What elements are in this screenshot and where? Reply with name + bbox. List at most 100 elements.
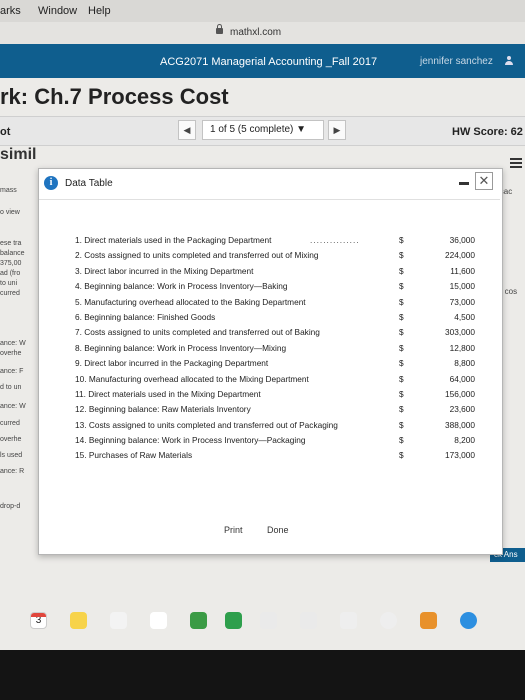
menu-item-help[interactable]: Help	[88, 5, 111, 17]
print-button[interactable]: Print	[224, 521, 243, 539]
row-dollar: $	[399, 250, 404, 261]
photos-icon[interactable]	[150, 612, 167, 629]
background-text: ls used	[0, 452, 23, 459]
row-label: 15. Purchases of Raw Materials	[75, 450, 193, 461]
background-text: drop-d	[0, 503, 21, 510]
background-text: ese tra	[0, 240, 22, 247]
row-label: 4. Beginning balance: Work in Process In…	[75, 281, 288, 292]
itunes-icon[interactable]	[380, 612, 397, 629]
user-name[interactable]: jennifer sanchez	[420, 56, 493, 67]
row-amount: 64,000	[449, 373, 475, 384]
background-text: overhe	[0, 350, 22, 357]
table-row: 14. Beginning balance: Work in Process I…	[75, 435, 495, 450]
table-row: 1. Direct materials used in the Packagin…	[75, 235, 475, 245]
app-store-icon[interactable]	[460, 612, 477, 629]
previous-question-button[interactable]: ◀	[178, 120, 196, 140]
menu-bar: arks Window Help	[0, 0, 525, 23]
lock-icon	[216, 24, 223, 34]
course-banner: ACG2071 Managerial Accounting _Fall 2017…	[0, 44, 525, 78]
table-row: 15. Purchases of Raw Materials $173,000	[75, 450, 495, 465]
row-dollar: $	[399, 281, 404, 292]
background-text: curred	[0, 290, 20, 297]
row-dollar: $	[399, 404, 404, 415]
url-text: mathxl.com	[230, 27, 282, 38]
row-amount: 8,200	[454, 435, 475, 446]
row-label: 9. Direct labor incurred in the Packagin…	[75, 358, 269, 369]
background-text: 375,00	[0, 260, 22, 267]
table-row: 11. Direct materials used in the Mixing …	[75, 389, 495, 404]
ibooks-icon[interactable]	[420, 612, 437, 629]
minimize-icon[interactable]	[459, 182, 469, 185]
question-label: ot	[0, 126, 11, 138]
data-table: 1. Direct materials used in the Packagin…	[75, 235, 495, 466]
menu-item-window[interactable]: Window	[38, 5, 77, 17]
row-dollar: $	[399, 327, 404, 338]
keynote-icon[interactable]	[340, 612, 357, 629]
dialog-header: i Data Table ✕	[39, 169, 500, 200]
menu-icon[interactable]	[510, 158, 522, 168]
row-dollar: $	[399, 358, 404, 369]
row-label: 1. Direct materials used in the Packagin…	[75, 235, 272, 245]
user-icon[interactable]	[505, 56, 513, 65]
dock: 3	[0, 606, 525, 650]
row-label: 5. Manufacturing overhead allocated to t…	[75, 296, 306, 307]
table-row: 13. Costs assigned to units completed an…	[75, 420, 495, 435]
table-row: 3. Direct labor incurred in the Mixing D…	[75, 266, 495, 281]
background-text: balance	[0, 250, 25, 257]
row-label: 12. Beginning balance: Raw Materials Inv…	[75, 404, 251, 415]
background-text: to uni	[0, 280, 18, 287]
row-amount: 8,800	[454, 358, 475, 369]
row-amount: 11,600	[450, 265, 475, 276]
row-dollar: $	[399, 296, 404, 307]
table-row: 8. Beginning balance: Work in Process In…	[75, 343, 495, 358]
table-row: 4. Beginning balance: Work in Process In…	[75, 281, 495, 296]
row-dollar: $	[399, 419, 404, 430]
row-dollar: $	[399, 235, 404, 245]
background-text: ad (fro	[0, 270, 21, 277]
hw-score: HW Score: 62	[452, 126, 523, 138]
menu-item-bookmarks[interactable]: arks	[0, 5, 21, 17]
table-row: 9. Direct labor incurred in the Packagin…	[75, 358, 495, 373]
row-amount: 36,000	[449, 235, 475, 245]
row-label: 13. Costs assigned to units completed an…	[75, 419, 338, 430]
reminders-icon[interactable]	[110, 612, 127, 629]
row-label: 6. Beginning balance: Finished Goods	[75, 311, 216, 322]
course-title: ACG2071 Managerial Accounting _Fall 2017	[160, 56, 378, 68]
background-text: o view	[0, 209, 20, 216]
row-label: 11. Direct materials used in the Mixing …	[75, 388, 261, 399]
address-bar[interactable]: mathxl.com	[0, 22, 525, 45]
facetime-icon[interactable]	[225, 612, 242, 629]
row-amount: 23,600	[449, 404, 475, 415]
preview-icon[interactable]	[260, 612, 277, 629]
messages-icon[interactable]	[190, 612, 207, 629]
row-dollar: $	[399, 373, 404, 384]
row-amount: 388,000	[445, 419, 475, 430]
row-dollar: $	[399, 342, 404, 353]
row-amount: 224,000	[445, 250, 475, 261]
background-text: ance: R	[0, 468, 25, 475]
table-row: 2. Costs assigned to units completed and…	[75, 250, 495, 265]
row-dollar: $	[399, 388, 404, 399]
row-amount: 303,000	[445, 327, 475, 338]
row-label: 3. Direct labor incurred in the Mixing D…	[75, 265, 254, 276]
table-row: 7. Costs assigned to units completed and…	[75, 327, 495, 342]
row-amount: 15,000	[449, 281, 475, 292]
background-text: curred	[0, 420, 20, 427]
row-label: 8. Beginning balance: Work in Process In…	[75, 342, 287, 353]
row-dollar: $	[399, 265, 404, 276]
table-row: 12. Beginning balance: Raw Materials Inv…	[75, 404, 495, 419]
row-dollar: $	[399, 311, 404, 322]
row-label: 2. Costs assigned to units completed and…	[75, 250, 319, 261]
done-button[interactable]: Done	[267, 521, 289, 539]
next-question-button[interactable]: ▶	[328, 120, 346, 140]
numbers-icon[interactable]	[300, 612, 317, 629]
question-counter-dropdown[interactable]: 1 of 5 (5 complete) ▼	[202, 120, 324, 140]
row-label: 7. Costs assigned to units completed and…	[75, 327, 320, 338]
similar-to-link[interactable]: simil	[0, 146, 36, 164]
screen: arks Window Help mathxl.com ACG2071 Mana…	[0, 0, 525, 650]
background-text: mass	[0, 187, 17, 194]
notes-icon[interactable]	[70, 612, 87, 629]
calendar-icon[interactable]: 3	[30, 612, 47, 629]
close-icon[interactable]: ✕	[475, 172, 493, 190]
row-label: 10. Manufacturing overhead allocated to …	[75, 373, 309, 384]
